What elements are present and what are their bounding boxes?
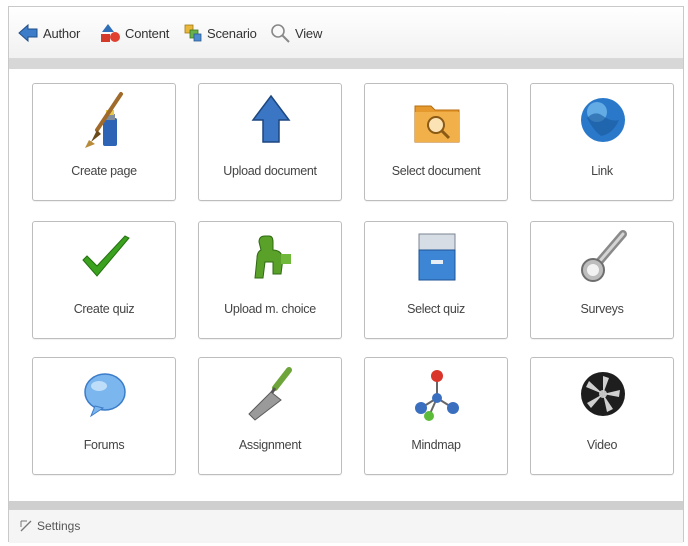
tile-assignment[interactable]: Assignment [198,357,342,475]
tile-upload-m-choice[interactable]: Upload m. choice [198,221,342,339]
checkmark-icon [82,235,130,277]
tile-create-quiz[interactable]: Create quiz [32,221,176,339]
tile-video[interactable]: Video [530,357,674,475]
upload-choice-icon [254,235,291,279]
tile-select-document-label: Select document [391,164,481,178]
toolbar-scenario[interactable]: Scenario [183,21,257,45]
tile-forums[interactable]: Forums [32,357,176,475]
speech-bubble-icon [84,373,126,418]
header-divider [9,59,683,69]
tile-select-document[interactable]: Select document [364,83,508,201]
tile-surveys-label: Surveys [580,302,624,316]
tile-upload-m-choice-label: Upload m. choice [224,302,316,316]
tile-select-quiz-label: Select quiz [407,302,465,316]
scenario-icon [184,24,202,42]
upload-arrow-icon [251,94,291,143]
molecule-icon [415,370,459,421]
tile-mindmap[interactable]: Mindmap [364,357,508,475]
tile-link-label: Link [591,164,613,178]
drawer-icon [418,233,456,281]
tile-forums-label: Forums [83,438,125,452]
film-reel-icon [581,372,625,416]
content-grid: Create page Upload document Select docum… [9,69,683,501]
globe-icon [581,98,625,142]
tile-mindmap-label: Mindmap [411,438,461,452]
tile-link[interactable]: Link [530,83,674,201]
app-window: Author Content Scenario View Create page… [8,6,684,543]
trowel-icon [248,367,292,421]
settings-label: Settings [37,519,81,533]
folder-search-icon [414,105,460,143]
toolbar-author-label: Author [43,25,81,41]
toolbar-view[interactable]: View [269,21,322,45]
tile-select-quiz[interactable]: Select quiz [364,221,508,339]
toolbar-author[interactable]: Author [17,21,80,45]
tile-upload-document-label: Upload document [223,164,317,178]
flashlight-icon [581,230,627,282]
magnifier-icon [271,24,290,43]
toolbar-scenario-label: Scenario [207,25,257,41]
settings-button[interactable]: Settings [19,519,80,533]
toolbar-view-label: View [295,25,323,41]
toolbar-content[interactable]: Content [99,21,169,45]
toolbar-content-label: Content [125,25,170,41]
paintbrush-icon [85,92,123,148]
settings-bar: Settings [9,509,683,543]
tile-surveys[interactable]: Surveys [530,221,674,339]
tile-upload-document[interactable]: Upload document [198,83,342,201]
tile-create-quiz-label: Create quiz [73,302,135,316]
tile-video-label: Video [586,438,618,452]
author-back-arrow-icon [18,23,38,43]
settings-icon [20,520,32,532]
tile-create-page-label: Create page [71,164,137,178]
footer-divider [9,501,683,509]
tile-assignment-label: Assignment [238,438,302,452]
tile-create-page[interactable]: Create page [32,83,176,201]
top-toolbar: Author Content Scenario View [9,7,683,59]
content-shapes-icon [101,24,120,42]
